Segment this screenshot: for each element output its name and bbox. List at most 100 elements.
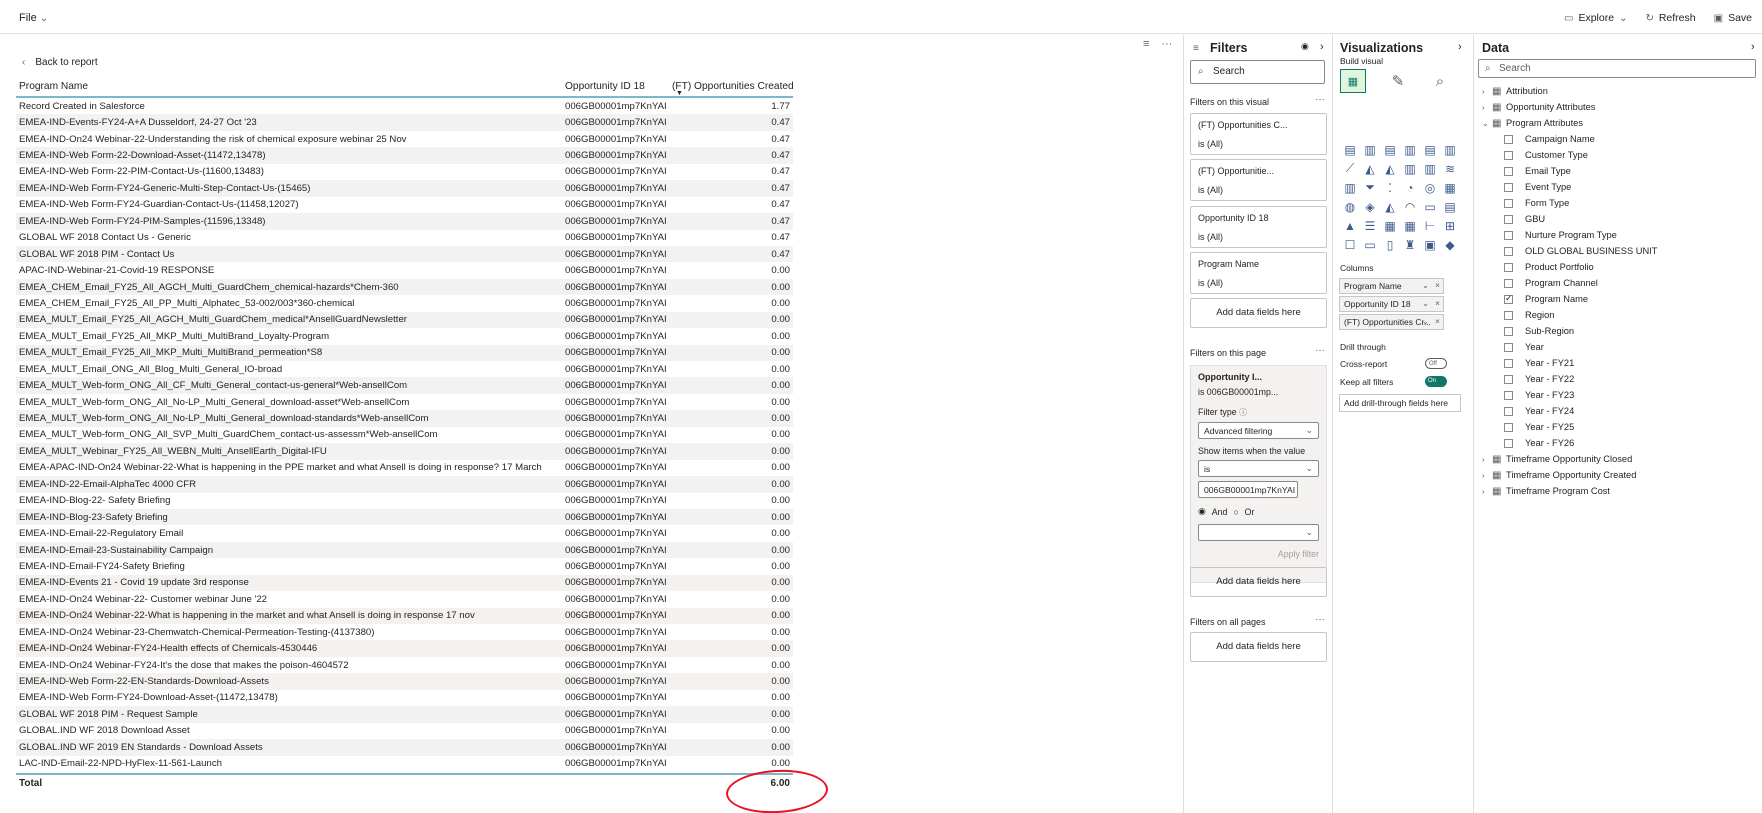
field-checkbox[interactable] <box>1504 230 1513 240</box>
data-search-input[interactable]: ⌕ Search <box>1478 59 1756 78</box>
data-field-item[interactable]: Event Type <box>1482 179 1752 195</box>
field-checkbox[interactable] <box>1504 358 1513 368</box>
table-row[interactable]: EMEA-IND-Web Form-22-PIM-Contact-Us-(116… <box>16 164 793 180</box>
field-checkbox[interactable] <box>1504 166 1513 176</box>
data-field-item[interactable]: Year - FY26 <box>1482 435 1752 451</box>
filled-map-icon[interactable]: ◈ <box>1360 197 1380 216</box>
page-filter-name[interactable]: Opportunity I... <box>1198 372 1319 382</box>
chevron-down-icon[interactable]: ⌄ <box>1422 298 1429 309</box>
ribbon-chart-icon[interactable]: ≋ <box>1440 159 1460 178</box>
field-checkbox[interactable] <box>1504 422 1513 432</box>
and-radio[interactable]: ◉ <box>1198 506 1206 517</box>
stacked-area-chart-icon[interactable]: ◭ <box>1380 159 1400 178</box>
collapse-visualizations-icon[interactable]: › <box>1458 41 1462 53</box>
field-checkbox[interactable] <box>1504 198 1513 208</box>
paginated-report-icon[interactable]: ▯ <box>1380 235 1400 254</box>
clustered-column-chart-icon[interactable]: ▥ <box>1400 140 1420 159</box>
data-field-item[interactable]: Program Channel <box>1482 275 1752 291</box>
multi-row-card-icon[interactable]: ▤ <box>1440 197 1460 216</box>
filters-search-input[interactable]: ⌕ Search <box>1190 60 1325 84</box>
collapse-data-icon[interactable]: › <box>1751 41 1755 53</box>
table-row[interactable]: GLOBAL.IND WF 2019 EN Standards - Downlo… <box>16 739 793 756</box>
field-checkbox[interactable] <box>1504 406 1513 416</box>
data-field-item[interactable]: Campaign Name <box>1482 131 1752 147</box>
columns-well-field[interactable]: (FT) Opportunities Cr... ⌄ × <box>1339 314 1444 330</box>
data-field-item[interactable]: Year - FY22 <box>1482 371 1752 387</box>
field-checkbox[interactable] <box>1504 278 1513 288</box>
remove-field-icon[interactable]: × <box>1435 280 1440 290</box>
more-options-icon[interactable]: ··· <box>1315 614 1325 625</box>
table-row[interactable]: EMEA-IND-Web Form-22-Download-Asset-(114… <box>16 147 793 164</box>
data-table-item[interactable]: › ▦ Attribution <box>1482 83 1752 99</box>
funnel-chart-icon[interactable]: ⏷ <box>1360 178 1380 197</box>
line-column-chart-icon[interactable]: ▥ <box>1400 159 1420 178</box>
100-column-chart-icon[interactable]: ▥ <box>1440 140 1460 159</box>
table-row[interactable]: EMEA-APAC-IND-On24 Webinar-22-What is ha… <box>16 460 793 476</box>
line-chart-icon[interactable]: ⟋ <box>1340 159 1360 178</box>
table-row[interactable]: EMEA-IND-On24 Webinar-22- Customer webin… <box>16 591 793 607</box>
field-checkbox[interactable] <box>1504 293 1513 304</box>
operator-select[interactable]: is ⌄ <box>1198 460 1319 477</box>
treemap-icon[interactable]: ▦ <box>1440 178 1460 197</box>
key-influencers-icon[interactable]: ⊞ <box>1440 216 1460 235</box>
table-row[interactable]: EMEA_MULT_Web-form_ONG_All_No-LP_Multi_G… <box>16 410 793 427</box>
table-row[interactable]: EMEA_CHEM_Email_FY25_All_AGCH_Multi_Guar… <box>16 278 793 296</box>
format-visual-tab-icon[interactable]: ✎ <box>1385 69 1411 93</box>
azure-map-icon[interactable]: ◭ <box>1380 197 1400 216</box>
area-chart-icon[interactable]: ◭ <box>1360 159 1380 178</box>
kpi-icon[interactable]: ▲ <box>1340 216 1360 235</box>
data-table-item[interactable]: ⌄ ▦ Program Attributes <box>1482 115 1752 131</box>
field-checkbox[interactable] <box>1504 438 1513 448</box>
chevron-down-icon[interactable]: ⌄ <box>1422 280 1429 291</box>
table-row[interactable]: EMEA_CHEM_Email_FY25_All_PP_Multi_Alphat… <box>16 295 793 311</box>
data-field-item[interactable]: Program Name <box>1482 291 1752 307</box>
chevron-down-icon[interactable]: ⌄ <box>1482 119 1492 128</box>
table-row[interactable]: Record Created in Salesforce 006GB00001mp… <box>16 98 793 114</box>
table-row[interactable]: EMEA-IND-Web Form-FY24-Generic-Multi-Ste… <box>16 180 793 197</box>
field-checkbox[interactable] <box>1504 262 1513 272</box>
add-all-pages-filter-fields[interactable]: Add data fields here <box>1190 632 1327 662</box>
data-field-item[interactable]: Nurture Program Type <box>1482 227 1752 243</box>
table-row[interactable]: EMEA_MULT_Email_FY25_All_AGCH_Multi_Guar… <box>16 311 793 329</box>
chevron-right-icon[interactable]: › <box>1482 487 1492 496</box>
data-field-item[interactable]: Email Type <box>1482 163 1752 179</box>
table-row[interactable]: GLOBAL WF 2018 PIM - Request Sample 006GB… <box>16 706 793 723</box>
smart-narrative-icon[interactable]: ▭ <box>1360 235 1380 254</box>
field-checkbox[interactable] <box>1504 150 1513 160</box>
cross-report-toggle[interactable]: Off <box>1425 358 1447 369</box>
data-field-item[interactable]: Year <box>1482 339 1752 355</box>
data-field-item[interactable]: Year - FY23 <box>1482 387 1752 403</box>
add-visual-filter-fields[interactable]: Add data fields here <box>1190 298 1327 328</box>
pie-chart-icon[interactable]: ◔ <box>1400 178 1420 197</box>
chevron-right-icon[interactable]: › <box>1482 455 1492 464</box>
table-row[interactable]: EMEA-IND-Web Form-22-EN-Standards-Downlo… <box>16 673 793 690</box>
data-field-item[interactable]: GBU <box>1482 211 1752 227</box>
qa-icon[interactable]: ☐ <box>1340 235 1360 254</box>
chevron-down-icon[interactable]: ⌄ <box>1422 316 1429 327</box>
table-row[interactable]: EMEA-IND-Email-22-Regulatory Email 006GB0… <box>16 525 793 541</box>
column-header-ft-opportunities[interactable]: ▼ (FT) Opportunities Created <box>672 81 794 97</box>
table-row[interactable]: EMEA-IND-Web Form-FY24-Guardian-Contact-… <box>16 197 793 213</box>
back-to-report-link[interactable]: ‹ Back to report <box>22 57 98 68</box>
field-checkbox[interactable] <box>1504 134 1513 144</box>
more-options-icon[interactable]: ··· <box>1315 94 1325 105</box>
table-row[interactable]: EMEA-IND-Blog-23-Safety Briefing 006GB000… <box>16 508 793 526</box>
or-radio[interactable]: ○ <box>1233 507 1238 517</box>
table-row[interactable]: EMEA-IND-Events 21 - Covid 19 update 3rd… <box>16 574 793 592</box>
table-row[interactable]: GLOBAL WF 2018 Contact Us - Generic 006GB… <box>16 230 793 246</box>
data-field-item[interactable]: Year - FY24 <box>1482 403 1752 419</box>
table-row[interactable]: EMEA-IND-On24 Webinar-22-What is happeni… <box>16 607 793 624</box>
add-page-filter-fields[interactable]: Add data fields here <box>1190 567 1327 597</box>
table-row[interactable]: GLOBAL WF 2018 PIM - Contact Us 006GB0000… <box>16 245 793 263</box>
data-field-item[interactable]: Year - FY25 <box>1482 419 1752 435</box>
table-row[interactable]: LAC-IND-Email-22-NPD-HyFlex-11-561-Launc… <box>16 756 793 772</box>
apply-filter-button[interactable]: Apply filter <box>1198 549 1319 559</box>
table-row[interactable]: EMEA-IND-Email-FY24-Safety Briefing 006GB… <box>16 558 793 574</box>
chevron-right-icon[interactable]: › <box>1482 103 1492 112</box>
more-options-icon[interactable]: ··· <box>1161 38 1172 50</box>
table-row[interactable]: EMEA_MULT_Web-form_ONG_All_No-LP_Multi_G… <box>16 394 793 410</box>
stacked-bar-chart-icon[interactable]: ▤ <box>1340 140 1360 159</box>
gauge-icon[interactable]: ◠ <box>1400 197 1420 216</box>
explore-button[interactable]: ▭ Explore ⌄ <box>1564 12 1627 24</box>
build-visual-tab-icon[interactable]: ▦ <box>1340 69 1366 93</box>
